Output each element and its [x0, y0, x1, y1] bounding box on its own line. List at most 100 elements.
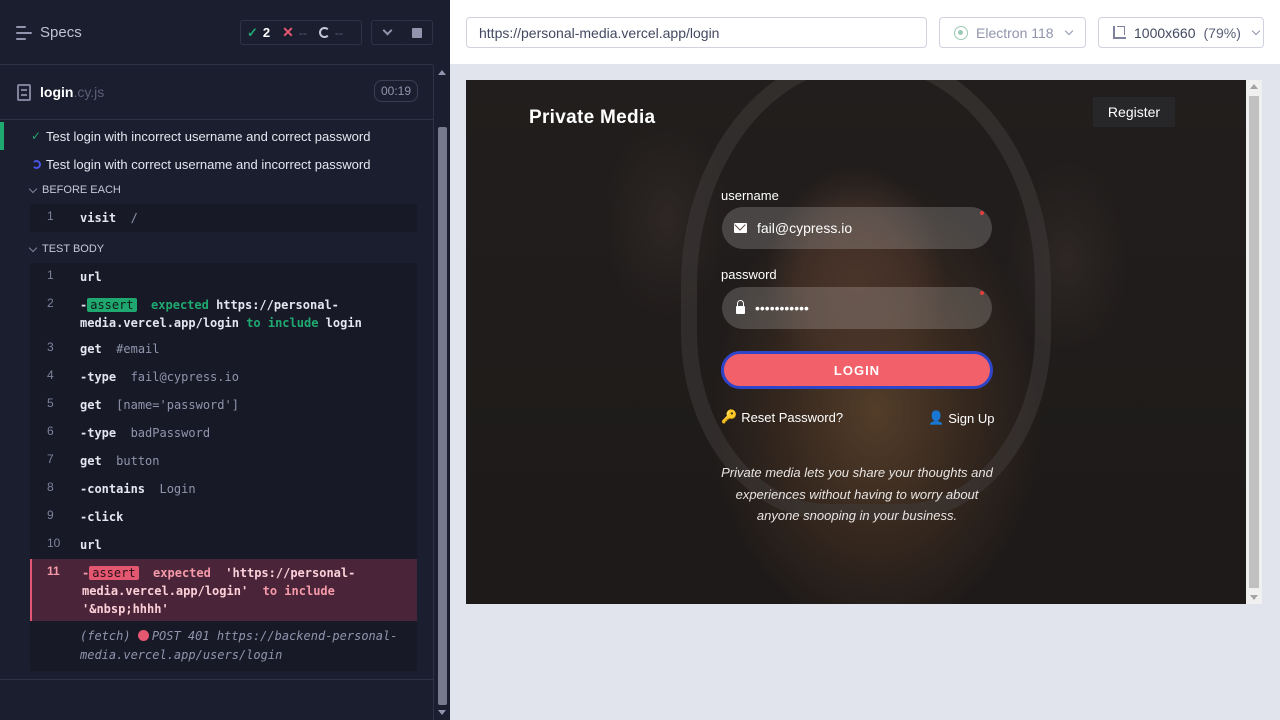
before-each-commands: 1 visit /: [30, 204, 417, 232]
command-number: 11: [47, 564, 60, 578]
hook-label: BEFORE EACH: [42, 184, 121, 196]
register-button[interactable]: Register: [1093, 97, 1175, 127]
tagline: Private media lets you share your though…: [721, 465, 993, 523]
command-number: 5: [47, 396, 54, 410]
sign-up-link[interactable]: 👤 Sign Up: [928, 410, 994, 426]
command-name: -type: [80, 426, 117, 440]
password-value: •••••••••••: [755, 300, 809, 316]
command-row[interactable]: 1 url: [30, 263, 417, 291]
scroll-thumb[interactable]: [1249, 96, 1259, 588]
assert-value2: login: [325, 316, 362, 330]
viewport-size: 1000x660: [1134, 24, 1196, 41]
auto-scroll-button[interactable]: [371, 20, 403, 45]
mail-icon: [734, 223, 747, 233]
viewport-info[interactable]: 1000x660 (79%): [1098, 17, 1264, 48]
username-field[interactable]: fail@cypress.io: [722, 207, 992, 249]
command-number: 2: [47, 296, 54, 310]
password-label: password: [721, 267, 777, 282]
command-name: url: [80, 270, 102, 284]
login-button[interactable]: LOGIN: [721, 351, 993, 389]
scroll-up-icon[interactable]: [438, 70, 446, 75]
spinner-icon: [31, 159, 41, 169]
reporter-footer: [0, 679, 433, 720]
failed-count: --: [298, 25, 307, 40]
command-name: visit: [80, 211, 117, 225]
reporter-scrollbar[interactable]: [433, 65, 450, 720]
app-iframe: Private Media Register username fail@cyp…: [466, 80, 1262, 604]
command-row[interactable]: 4 -type fail@cypress.io: [30, 363, 417, 391]
login-page: Private Media Register username fail@cyp…: [466, 80, 1246, 604]
command-row[interactable]: 7 get button: [30, 447, 417, 475]
browser-selector[interactable]: Electron 118: [939, 17, 1086, 48]
command-name: get: [80, 342, 102, 356]
command-name: url: [80, 538, 102, 552]
command-number: 1: [47, 209, 54, 223]
scroll-down-icon[interactable]: [1250, 595, 1258, 600]
command-arg: /: [130, 211, 138, 225]
test-title: Test login with correct username and inc…: [46, 156, 371, 172]
reset-password-link[interactable]: 🔑 Reset Password?: [721, 409, 843, 425]
command-row[interactable]: 3 get #email: [30, 335, 417, 363]
failed-stat: ✕ --: [276, 24, 313, 41]
test-item-passed[interactable]: ✓ Test login with incorrect username and…: [0, 122, 433, 150]
spec-extension: .cy.js: [73, 84, 105, 100]
ruler-icon: [1113, 26, 1126, 39]
scroll-down-icon[interactable]: [438, 710, 446, 715]
command-arg: [name='password']: [116, 398, 239, 412]
command-arg: fail@cypress.io: [130, 370, 239, 384]
reset-password-label: Reset Password?: [741, 409, 844, 425]
command-number: 10: [47, 536, 61, 550]
command-row[interactable]: 10 url: [30, 531, 417, 559]
specs-toggle-button[interactable]: Specs: [16, 24, 82, 41]
spec-header: login.cy.js 00:19: [0, 66, 433, 120]
assert-badge: assert: [89, 566, 139, 580]
test-item-running[interactable]: Test login with correct username and inc…: [0, 150, 433, 178]
check-icon: ✓: [30, 129, 42, 143]
command-name: -type: [80, 370, 117, 384]
pass-indicator: [0, 122, 4, 150]
command-arg: badPassword: [130, 426, 211, 440]
command-row[interactable]: 9 -click: [30, 503, 417, 531]
stop-button[interactable]: [402, 20, 433, 45]
command-arg: button: [116, 454, 160, 468]
password-field[interactable]: •••••••••••: [722, 287, 992, 329]
command-number: 1: [47, 268, 54, 282]
command-row[interactable]: 5 get [name='password']: [30, 391, 417, 419]
before-each-hook-toggle[interactable]: BEFORE EACH: [28, 184, 121, 196]
scroll-up-icon[interactable]: [1250, 84, 1258, 89]
spec-title: login.cy.js: [40, 84, 104, 100]
command-name: get: [80, 454, 102, 468]
test-stats: ✓ 2 ✕ -- --: [240, 20, 362, 45]
command-number: 3: [47, 340, 54, 354]
sign-up-label: Sign Up: [948, 410, 995, 426]
reporter-topbar: Specs ✓ 2 ✕ -- --: [0, 0, 433, 65]
command-row[interactable]: 1 visit /: [30, 204, 417, 232]
command-row[interactable]: 6 -type badPassword: [30, 419, 417, 447]
app-scrollbar[interactable]: [1246, 80, 1262, 604]
command-row[interactable]: 8 -contains Login: [30, 475, 417, 503]
chevron-down-icon: [382, 25, 392, 36]
assert-to: to include: [262, 584, 335, 598]
spinner-icon: [318, 27, 330, 38]
url-bar[interactable]: https://personal-media.vercel.app/login: [466, 17, 927, 48]
chevron-down-icon: [28, 243, 38, 252]
lock-icon: [736, 300, 745, 314]
command-number: 4: [47, 368, 54, 382]
assert-expected: expected: [153, 566, 211, 580]
command-row-failed-assert[interactable]: 11 - assert expected 'https://personal-me…: [30, 559, 417, 621]
app-under-test-panel: https://personal-media.vercel.app/login …: [450, 0, 1280, 720]
menu-icon: [16, 25, 32, 40]
spec-name: login: [40, 84, 74, 100]
passed-stat: ✓ 2: [241, 25, 276, 41]
fetch-label: (fetch): [80, 629, 131, 643]
scroll-thumb[interactable]: [438, 127, 447, 705]
error-dot-icon: [137, 630, 149, 641]
command-row-assert[interactable]: 2 - assert expected https://personal-medi…: [30, 291, 417, 335]
brand-title[interactable]: Private Media: [529, 107, 655, 129]
command-arg: #email: [116, 342, 160, 356]
fetch-log-row[interactable]: (fetch) POST 401 https://backend-persona…: [30, 621, 417, 671]
test-body-toggle[interactable]: TEST BODY: [28, 243, 104, 255]
stop-icon: [412, 27, 422, 38]
browser-label: Electron 118: [976, 24, 1054, 41]
reporter-panel: Specs ✓ 2 ✕ -- -- login.cy.js 00:19 ✓ Te…: [0, 0, 450, 720]
